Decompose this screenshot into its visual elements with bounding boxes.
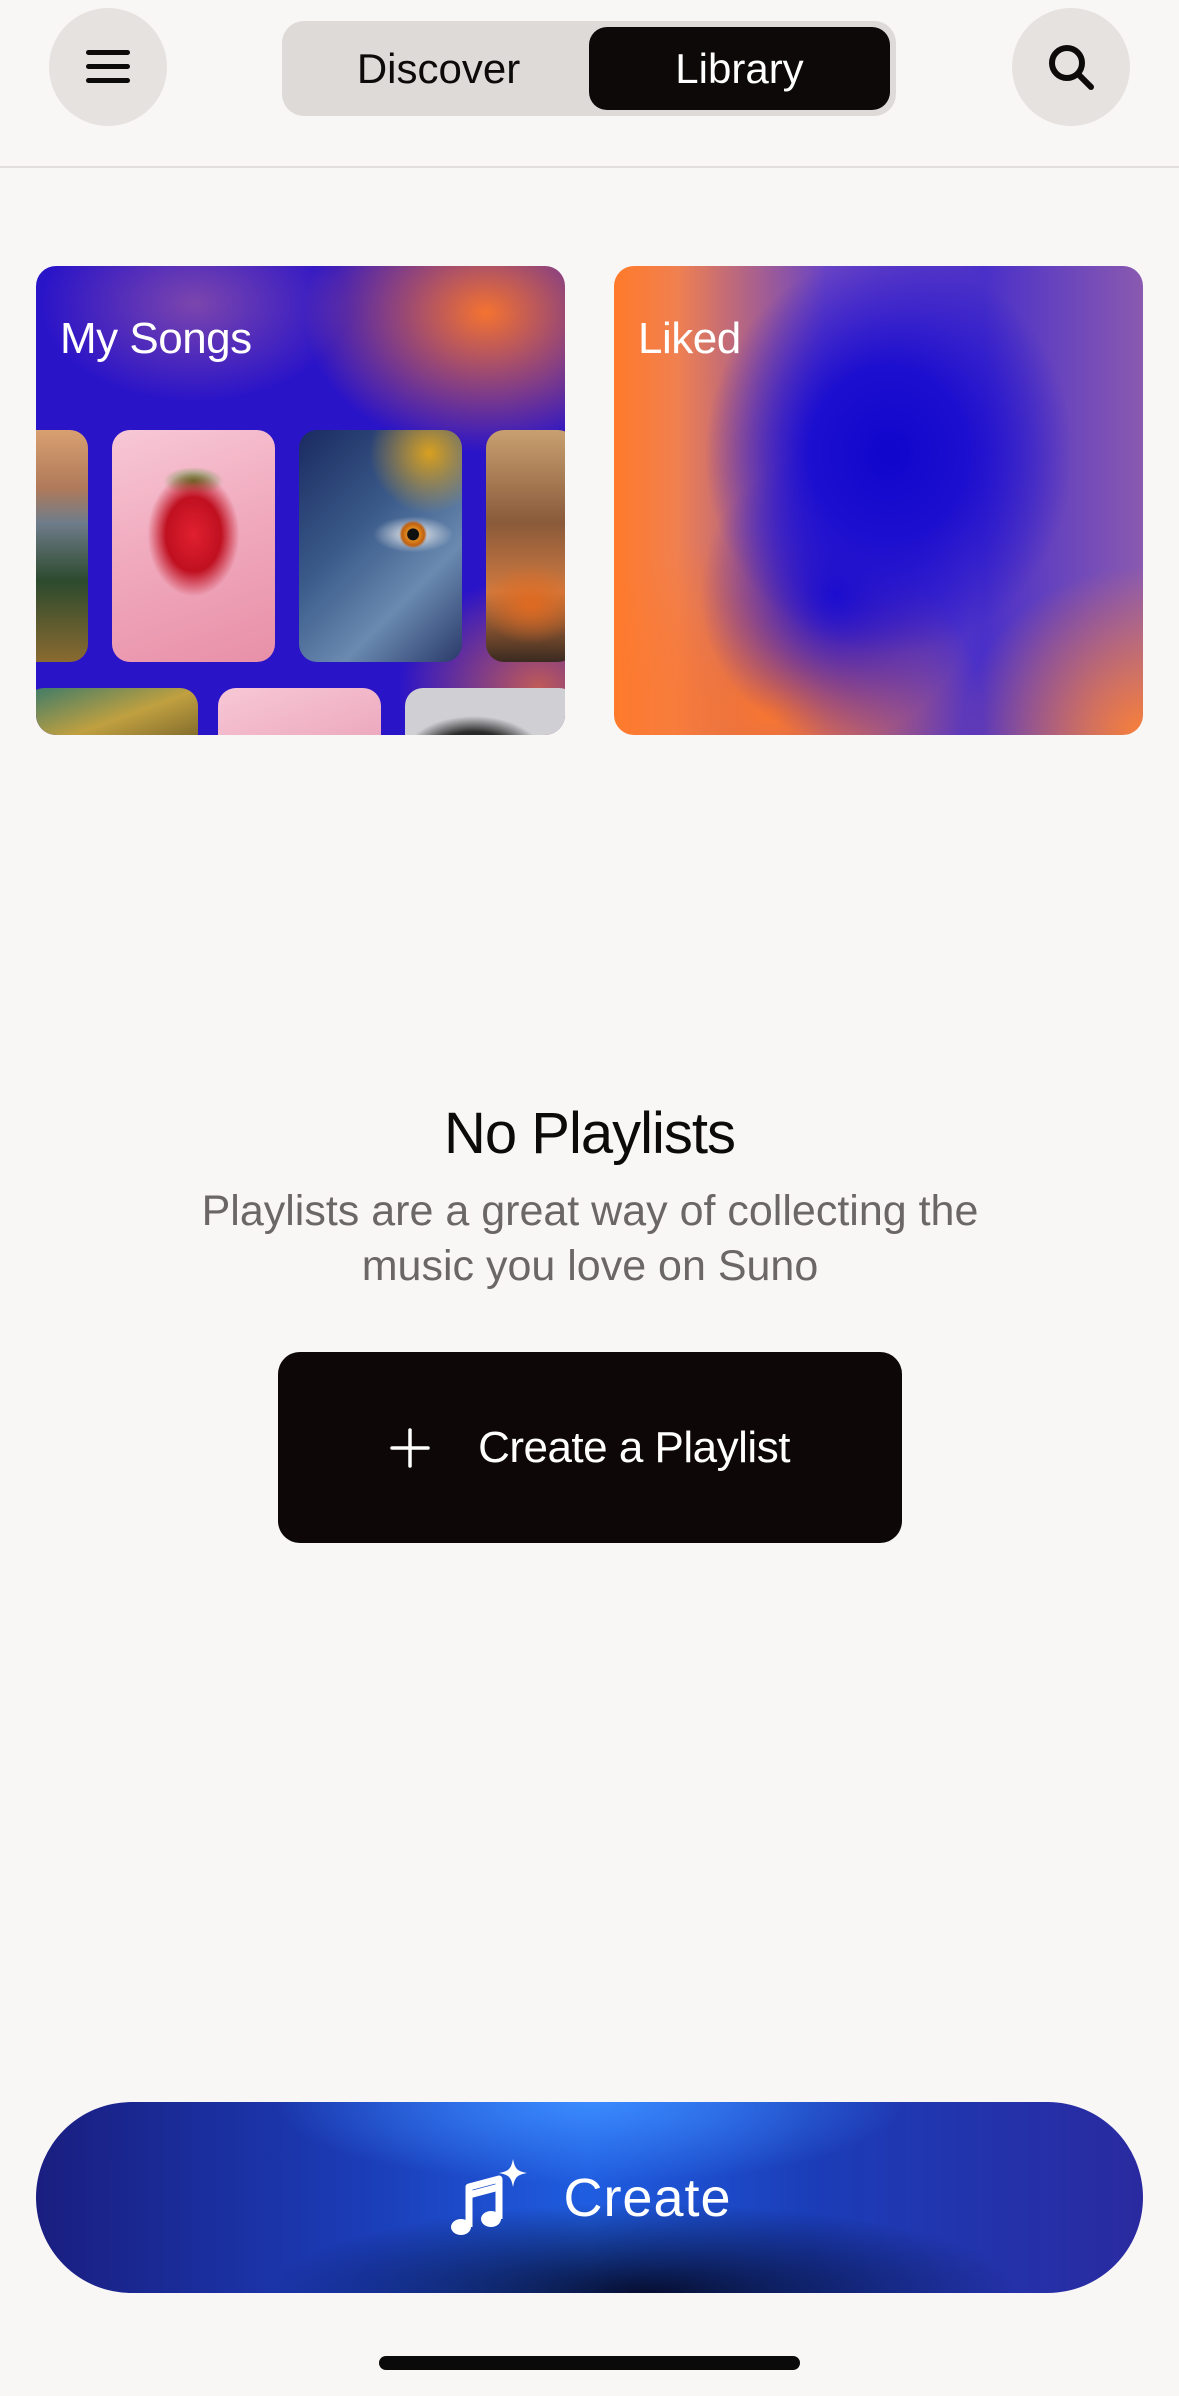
- song-cover-image: [36, 688, 198, 735]
- song-cover-image: [218, 688, 381, 735]
- top-bar: Discover Library: [0, 0, 1179, 168]
- song-cover-image: [299, 430, 462, 662]
- song-cover-image: [405, 688, 565, 735]
- song-cover-image: [36, 430, 88, 662]
- create-label: Create: [563, 2167, 732, 2228]
- empty-state-description: Playlists are a great way of collecting …: [201, 1187, 979, 1290]
- search-icon: [1049, 45, 1094, 90]
- create-playlist-button[interactable]: Create a Playlist: [278, 1352, 902, 1543]
- my-songs-title: My Songs: [60, 314, 252, 363]
- library-screen: Discover Library My Songs Liked No Playl…: [0, 0, 1179, 2396]
- tab-library[interactable]: Library: [589, 27, 890, 110]
- empty-state-title: No Playlists: [444, 1101, 736, 1166]
- hamburger-menu-icon: [86, 50, 130, 83]
- liked-title: Liked: [638, 314, 741, 363]
- search-button[interactable]: [1012, 8, 1130, 126]
- song-cover-image: [486, 430, 565, 662]
- tab-discover[interactable]: Discover: [288, 27, 589, 110]
- create-playlist-label: Create a Playlist: [478, 1422, 790, 1472]
- create-button[interactable]: Create: [36, 2102, 1143, 2293]
- my-songs-card[interactable]: My Songs: [36, 266, 565, 735]
- liked-card[interactable]: Liked: [614, 266, 1143, 735]
- menu-button[interactable]: [49, 8, 167, 126]
- plus-icon: [390, 1427, 430, 1468]
- library-discover-switch: Discover Library: [282, 21, 896, 116]
- home-indicator[interactable]: [379, 2356, 800, 2370]
- song-cover-image: [112, 430, 275, 662]
- music-sparkle-icon: [451, 2158, 528, 2235]
